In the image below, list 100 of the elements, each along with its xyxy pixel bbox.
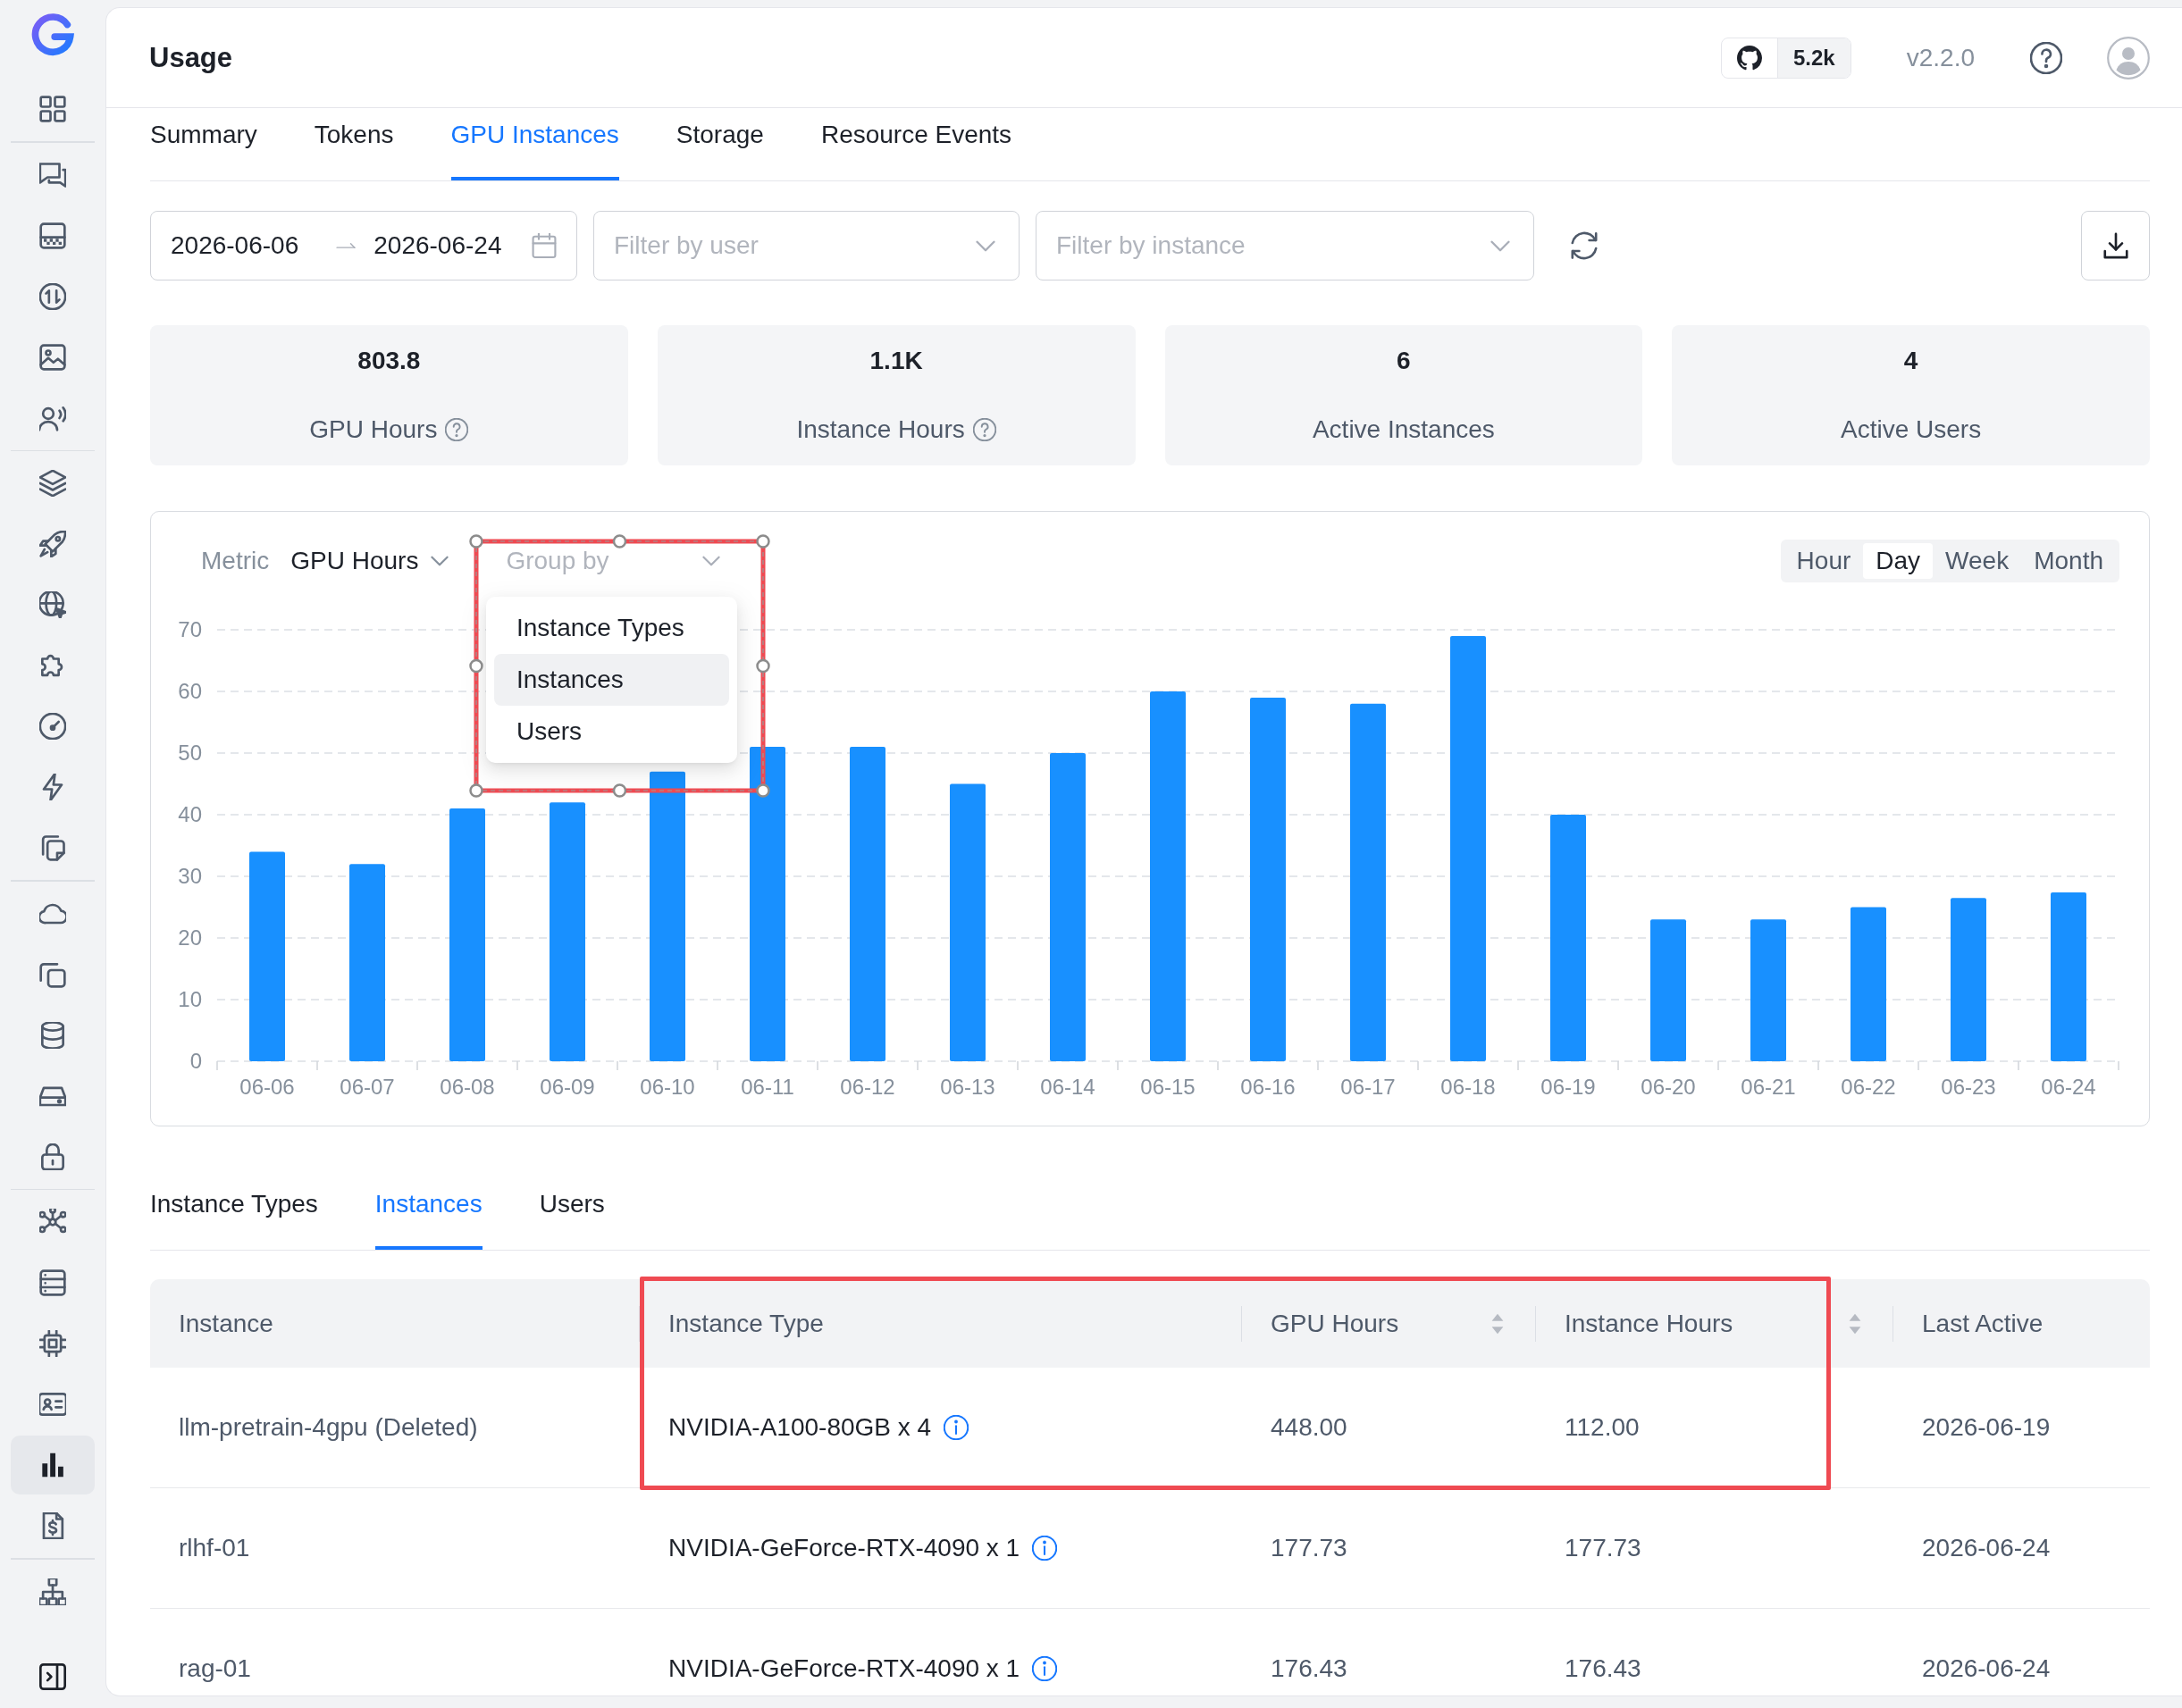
refresh-icon bbox=[1570, 231, 1599, 260]
granularity-option[interactable]: Month bbox=[2021, 543, 2116, 579]
x-axis-label: 06-07 bbox=[340, 1075, 395, 1099]
chevron-down-icon bbox=[702, 556, 721, 566]
logo-icon[interactable] bbox=[31, 13, 74, 56]
x-axis-label: 06-22 bbox=[1841, 1075, 1896, 1099]
sidebar-toggle-icon[interactable] bbox=[39, 1663, 66, 1690]
table-cell: rag-01 bbox=[179, 1654, 251, 1683]
column-header: Instance bbox=[179, 1309, 273, 1338]
table-cell: 177.73 bbox=[1565, 1534, 1641, 1562]
x-axis-label: 06-10 bbox=[640, 1075, 695, 1099]
column-header: Last Active bbox=[1922, 1309, 2044, 1338]
refresh-button[interactable] bbox=[1570, 231, 1599, 260]
gauge-icon bbox=[39, 713, 66, 740]
y-axis-label: 20 bbox=[178, 925, 202, 950]
tab[interactable]: Summary bbox=[150, 108, 257, 180]
granularity-option[interactable]: Day bbox=[1863, 543, 1934, 579]
y-axis-label: 10 bbox=[178, 987, 202, 1011]
cards-icon bbox=[39, 834, 66, 861]
x-axis-label: 06-09 bbox=[540, 1075, 595, 1099]
copy-icon bbox=[39, 960, 66, 988]
tab[interactable]: Users bbox=[539, 1177, 605, 1250]
version-label: v2.2.0 bbox=[1906, 43, 1975, 72]
help-icon[interactable] bbox=[2030, 41, 2062, 74]
x-axis-label: 06-13 bbox=[940, 1075, 995, 1099]
y-axis-label: 70 bbox=[178, 617, 202, 641]
sidebar-item[interactable] bbox=[11, 1436, 95, 1494]
column-header: GPU Hours bbox=[1271, 1309, 1399, 1338]
y-axis-label: 40 bbox=[178, 802, 202, 826]
tab[interactable]: Instance Types bbox=[150, 1177, 318, 1250]
stat-label: Instance Hours bbox=[796, 414, 965, 445]
table-cell: 2026-06-24 bbox=[1922, 1534, 2051, 1562]
y-axis-label: 0 bbox=[189, 1049, 202, 1073]
x-axis-label: 06-23 bbox=[1941, 1075, 1996, 1099]
table-cell: rlhf-01 bbox=[179, 1534, 250, 1562]
bar-chart-icon bbox=[39, 1452, 66, 1478]
tab[interactable]: Tokens bbox=[314, 108, 394, 180]
x-axis-label: 06-20 bbox=[1641, 1075, 1696, 1099]
checkered-tile-icon bbox=[39, 222, 66, 249]
info-icon[interactable] bbox=[1032, 1656, 1058, 1681]
chevron-down-icon bbox=[431, 556, 449, 566]
voice-user-icon bbox=[39, 404, 66, 431]
info-icon[interactable] bbox=[1032, 1536, 1058, 1561]
info-icon[interactable] bbox=[944, 1415, 969, 1440]
metric-select[interactable]: GPU Hours bbox=[290, 547, 449, 575]
end-date[interactable]: 2026-06-24 bbox=[373, 231, 502, 260]
id-card-icon bbox=[39, 1391, 66, 1418]
network-nodes-icon bbox=[39, 1209, 66, 1235]
cat-logo-icon bbox=[1737, 45, 1762, 71]
column-header: Instance Hours bbox=[1565, 1309, 1733, 1338]
download-icon bbox=[2102, 232, 2128, 259]
tab[interactable]: Resource Events bbox=[820, 108, 1012, 180]
stat-label: GPU Hours bbox=[309, 414, 438, 445]
granularity-option[interactable]: Week bbox=[1933, 543, 2022, 579]
image-icon bbox=[39, 343, 66, 371]
tab[interactable]: GPU Instances bbox=[450, 108, 619, 180]
hierarchy-icon bbox=[39, 1578, 66, 1605]
table-cell: 112.00 bbox=[1565, 1413, 1640, 1442]
chat-icon bbox=[39, 161, 66, 188]
download-button[interactable] bbox=[2081, 211, 2150, 280]
menu-option[interactable]: Instance Types bbox=[494, 602, 729, 654]
date-range-field[interactable]: 2026-06-06 2026-06-24 bbox=[150, 211, 577, 280]
granularity-option[interactable]: Hour bbox=[1783, 543, 1864, 579]
y-axis-label: 30 bbox=[178, 864, 202, 888]
database-icon bbox=[39, 1021, 66, 1049]
x-axis-label: 06-14 bbox=[1040, 1075, 1095, 1099]
x-axis-label: 06-24 bbox=[2041, 1075, 2096, 1099]
help-icon[interactable] bbox=[445, 418, 469, 441]
stat-value: 6 bbox=[1397, 346, 1411, 376]
chevron-down-icon bbox=[1490, 239, 1510, 252]
stat-label: Active Users bbox=[1841, 414, 1982, 445]
grid-icon bbox=[39, 96, 66, 122]
star-count-button[interactable]: 5.2k bbox=[1721, 37, 1851, 79]
x-axis-label: 06-06 bbox=[239, 1075, 295, 1099]
x-axis-label: 06-19 bbox=[1540, 1075, 1596, 1099]
x-axis-label: 06-18 bbox=[1440, 1075, 1496, 1099]
x-axis-label: 06-12 bbox=[840, 1075, 895, 1099]
y-axis-label: 50 bbox=[178, 741, 202, 765]
stat-label: Active Instances bbox=[1312, 414, 1495, 445]
x-axis-label: 06-11 bbox=[741, 1075, 794, 1099]
table-cell: 448.00 bbox=[1271, 1413, 1347, 1442]
menu-option[interactable]: Instances bbox=[494, 654, 729, 706]
table-cell: 177.73 bbox=[1271, 1534, 1347, 1562]
calendar-icon bbox=[532, 233, 557, 258]
table-cell: 2026-06-19 bbox=[1922, 1413, 2051, 1442]
page-title: Usage bbox=[149, 41, 233, 74]
tab[interactable]: Instances bbox=[374, 1177, 483, 1250]
stat-value: 803.8 bbox=[357, 346, 421, 376]
start-date[interactable]: 2026-06-06 bbox=[171, 231, 299, 260]
x-axis-label: 06-17 bbox=[1340, 1075, 1396, 1099]
help-icon[interactable] bbox=[972, 418, 996, 441]
layers-icon bbox=[39, 470, 66, 497]
server-icon bbox=[39, 1269, 66, 1296]
table-cell: 2026-06-24 bbox=[1922, 1654, 2051, 1683]
x-axis-label: 06-16 bbox=[1240, 1075, 1296, 1099]
rocket-icon bbox=[39, 531, 66, 557]
menu-option[interactable]: Users bbox=[494, 706, 729, 758]
x-axis-label: 06-08 bbox=[440, 1075, 495, 1099]
x-axis-label: 06-15 bbox=[1140, 1075, 1196, 1099]
tab[interactable]: Storage bbox=[676, 108, 764, 180]
